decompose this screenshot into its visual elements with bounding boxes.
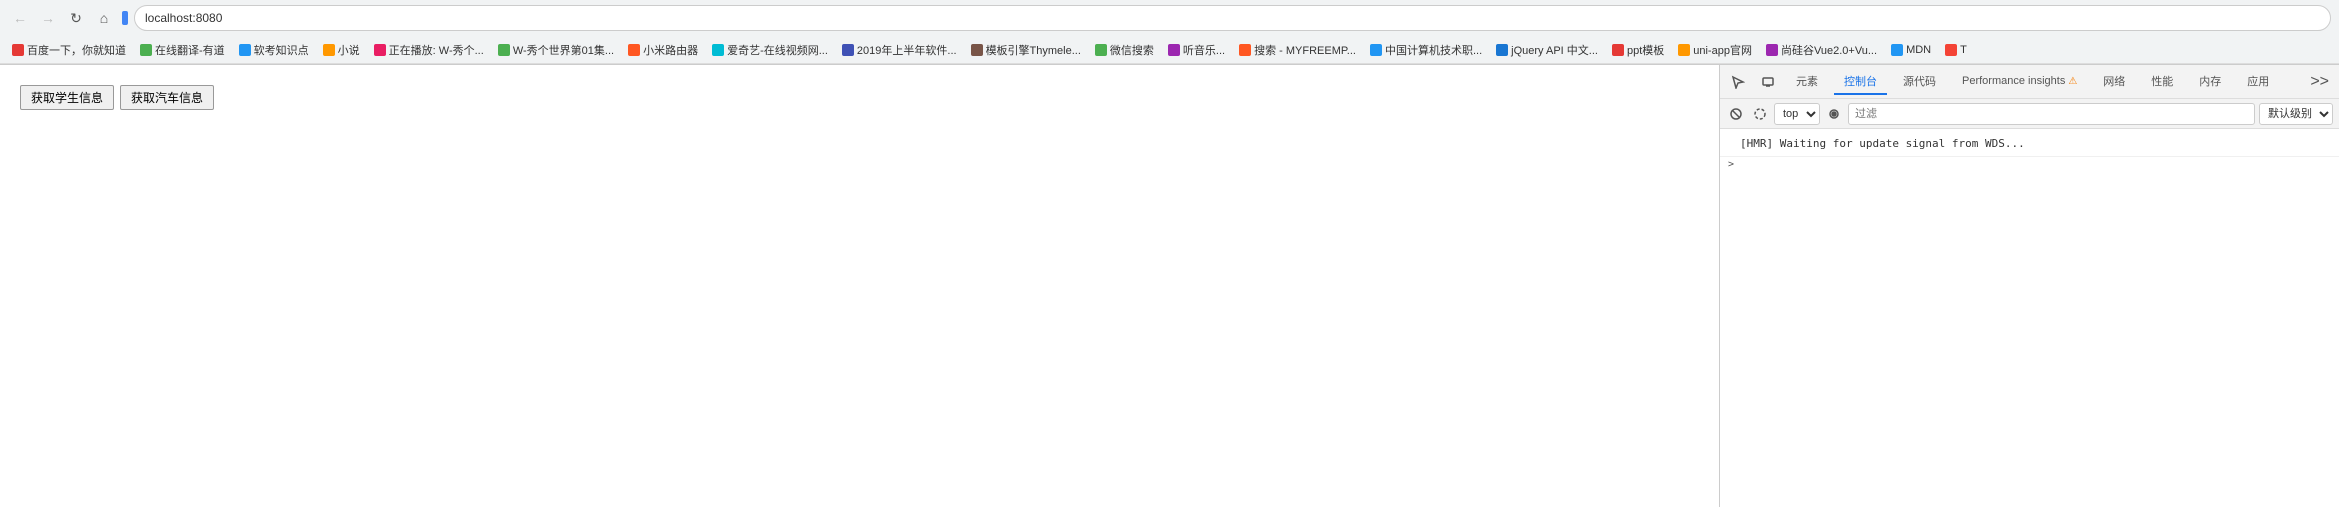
bookmark-favicon — [971, 44, 983, 56]
console-output: [HMR] Waiting for update signal from WDS… — [1720, 129, 2339, 507]
bookmark-label: 中国计算机技术职... — [1385, 42, 1482, 58]
clear-console-button[interactable] — [1726, 104, 1746, 124]
bookmark-item-bm4[interactable]: 小说 — [317, 40, 366, 60]
get-student-info-button[interactable]: 获取学生信息 — [20, 85, 114, 110]
bookmark-label: 正在播放: W-秀个... — [389, 42, 484, 58]
tab-elements[interactable]: 元素 — [1786, 69, 1828, 95]
show-live-expressions-button[interactable] — [1824, 104, 1844, 124]
tab-memory[interactable]: 内存 — [2189, 69, 2231, 95]
bookmark-favicon — [374, 44, 386, 56]
bookmark-label: 百度一下，你就知道 — [27, 42, 126, 58]
bookmark-item-bm8[interactable]: 爱奇艺-在线视频网... — [706, 40, 834, 60]
bookmark-label: ppt模板 — [1627, 42, 1664, 58]
bookmark-item-bm3[interactable]: 软考知识点 — [233, 40, 315, 60]
bookmark-favicon — [712, 44, 724, 56]
bookmark-label: 2019年上半年软件... — [857, 42, 957, 58]
bookmark-favicon — [323, 44, 335, 56]
bookmark-item-bm14[interactable]: 中国计算机技术职... — [1364, 40, 1488, 60]
bookmark-item-bm15[interactable]: jQuery API 中文... — [1490, 40, 1604, 60]
bookmark-favicon — [1370, 44, 1382, 56]
bookmark-favicon — [1239, 44, 1251, 56]
bookmark-label: W-秀个世界第01集... — [513, 42, 614, 58]
bookmark-label: MDN — [1906, 44, 1931, 56]
tab-performance-insights[interactable]: Performance insights⚠ — [1952, 71, 2087, 93]
bookmark-label: 小米路由器 — [643, 42, 698, 58]
bookmark-favicon — [12, 44, 24, 56]
back-button[interactable]: ← — [8, 6, 32, 30]
bookmark-favicon — [628, 44, 640, 56]
bookmark-item-bm6[interactable]: W-秀个世界第01集... — [492, 40, 620, 60]
bookmark-label: 模板引擎Thymele... — [986, 42, 1081, 58]
more-tabs-button[interactable]: >> — [2306, 71, 2333, 93]
bookmark-item-bm9[interactable]: 2019年上半年软件... — [836, 40, 963, 60]
bookmark-item-bm2[interactable]: 在线翻译-有道 — [134, 40, 231, 60]
page-content: 获取学生信息 获取汽车信息 — [0, 65, 1719, 507]
nav-bar: ← → ↻ ⌂ — [0, 0, 2339, 36]
bookmark-label: 爱奇艺-在线视频网... — [727, 42, 828, 58]
bookmark-favicon — [1095, 44, 1107, 56]
bookmark-label: 听音乐... — [1183, 42, 1225, 58]
devtools-toolbar: 元素 控制台 源代码 Performance insights⚠ 网络 性能 内… — [1720, 65, 2339, 99]
get-car-info-button[interactable]: 获取汽车信息 — [120, 85, 214, 110]
bookmark-item-bm13[interactable]: 搜索 - MYFREEMP... — [1233, 40, 1362, 60]
bookmark-favicon — [498, 44, 510, 56]
bookmark-item-bm12[interactable]: 听音乐... — [1162, 40, 1231, 60]
bookmark-label: 在线翻译-有道 — [155, 42, 225, 58]
bookmark-item-bm10[interactable]: 模板引擎Thymele... — [965, 40, 1087, 60]
bookmark-label: T — [1960, 44, 1967, 56]
page-buttons: 获取学生信息 获取汽车信息 — [20, 85, 1699, 110]
console-message: [HMR] Waiting for update signal from WDS… — [1720, 133, 2339, 157]
tab-sources[interactable]: 源代码 — [1893, 69, 1946, 95]
console-filter-input[interactable] — [1848, 103, 2255, 125]
tab-network[interactable]: 网络 — [2093, 69, 2135, 95]
bookmark-label: 软考知识点 — [254, 42, 309, 58]
bookmark-item-bm18[interactable]: 尚硅谷Vue2.0+Vu... — [1760, 40, 1883, 60]
tab-application[interactable]: 应用 — [2237, 69, 2279, 95]
bookmark-item-bm11[interactable]: 微信搜索 — [1089, 40, 1160, 60]
tab-performance[interactable]: 性能 — [2141, 69, 2183, 95]
forward-button[interactable]: → — [36, 6, 60, 30]
bookmark-label: 微信搜索 — [1110, 42, 1154, 58]
tab-console[interactable]: 控制台 — [1834, 69, 1887, 95]
preserve-log-button[interactable] — [1750, 104, 1770, 124]
bookmark-favicon — [1496, 44, 1508, 56]
bookmark-favicon — [1766, 44, 1778, 56]
secure-icon — [122, 11, 128, 25]
inspect-element-button[interactable] — [1726, 70, 1750, 94]
bookmark-favicon — [1945, 44, 1957, 56]
bookmark-item-bm1[interactable]: 百度一下，你就知道 — [6, 40, 132, 60]
device-toolbar-button[interactable] — [1756, 70, 1780, 94]
bookmarks-bar: 百度一下，你就知道 在线翻译-有道 软考知识点 小说 正在播放: W-秀个... W-秀个… — [0, 36, 2339, 64]
bookmark-label: uni-app官网 — [1693, 42, 1752, 58]
bookmark-label: 尚硅谷Vue2.0+Vu... — [1781, 42, 1877, 58]
warning-icon: ⚠ — [2068, 76, 2077, 87]
console-toolbar: top 默认级别 — [1720, 99, 2339, 129]
main-area: 获取学生信息 获取汽车信息 元素 控制台 源代码 — [0, 65, 2339, 507]
bookmark-label: 小说 — [338, 42, 360, 58]
bookmark-item-bm19[interactable]: MDN — [1885, 42, 1937, 58]
reload-button[interactable]: ↻ — [64, 6, 88, 30]
log-level-select[interactable]: 默认级别 — [2259, 103, 2333, 125]
bookmark-favicon — [842, 44, 854, 56]
bookmark-favicon — [140, 44, 152, 56]
address-bar[interactable] — [134, 5, 2331, 31]
console-expand-button[interactable]: > — [1720, 157, 2339, 172]
bookmark-label: 搜索 - MYFREEMP... — [1254, 42, 1356, 58]
bookmark-item-bm7[interactable]: 小米路由器 — [622, 40, 704, 60]
bookmark-favicon — [1168, 44, 1180, 56]
bookmark-item-bm16[interactable]: ppt模板 — [1606, 40, 1670, 60]
bookmark-label: jQuery API 中文... — [1511, 42, 1598, 58]
bookmark-favicon — [1891, 44, 1903, 56]
home-button[interactable]: ⌂ — [92, 6, 116, 30]
bookmark-favicon — [1612, 44, 1624, 56]
bookmark-favicon — [1678, 44, 1690, 56]
browser-chrome: ← → ↻ ⌂ 百度一下，你就知道 在线翻译-有道 软考知识点 小说 正在播放: W-秀… — [0, 0, 2339, 65]
bookmark-item-bm5[interactable]: 正在播放: W-秀个... — [368, 40, 490, 60]
devtools-panel: 元素 控制台 源代码 Performance insights⚠ 网络 性能 内… — [1719, 65, 2339, 507]
bookmark-favicon — [239, 44, 251, 56]
bookmark-item-bm20[interactable]: T — [1939, 42, 1973, 58]
context-select[interactable]: top — [1774, 103, 1820, 125]
bookmark-item-bm17[interactable]: uni-app官网 — [1672, 40, 1758, 60]
